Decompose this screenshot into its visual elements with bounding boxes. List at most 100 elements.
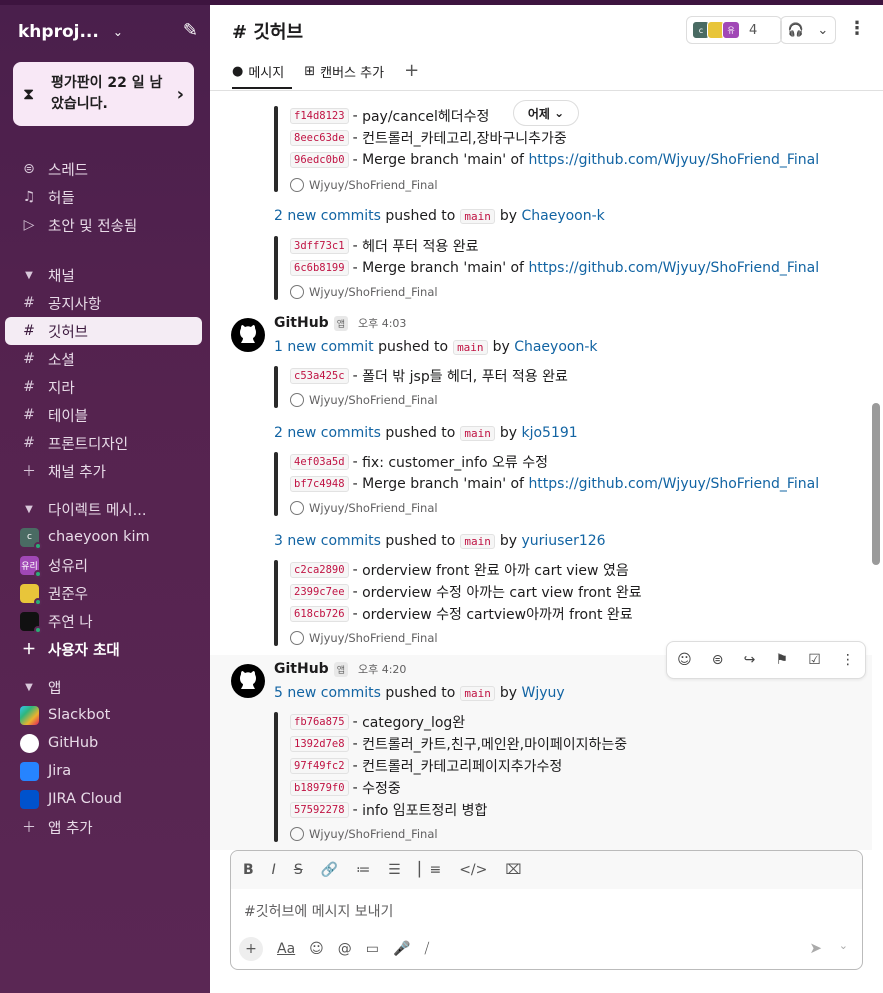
sidebar-item-channel[interactable]: # 소셜 [5,345,202,373]
sidebar-item-dm[interactable]: 권준우 [5,579,202,607]
author-link[interactable]: Chaeyoon-k [514,339,597,355]
commit-sha[interactable]: c2ca2890 [290,562,349,578]
trial-banner[interactable]: ⧗ 평가판이 22 일 남았습니다. › [13,62,194,126]
microphone-icon[interactable]: 🎤 [393,941,410,957]
branch-name[interactable]: main [460,533,495,549]
commit-sha[interactable]: c53a425c [290,368,349,384]
channel-title[interactable]: # 깃허브 [232,18,303,44]
sidebar-item-app[interactable]: JIRA Cloud [5,785,202,813]
huddle-button[interactable]: 🎧 ⌄ [780,16,836,44]
timestamp[interactable]: 오후 4:03 [358,315,406,331]
invite-users-button[interactable]: ＋ 사용자 초대 [5,635,202,663]
sidebar-item-channel[interactable]: # 테이블 [5,401,202,429]
sidebar-item-channel-active[interactable]: # 깃허브 [5,317,202,345]
sidebar-item-app[interactable]: GitHub [5,729,202,757]
commit-sha[interactable]: 3dff73c1 [290,238,349,254]
apps-section-header[interactable]: ▼ 앱 [5,673,202,701]
sidebar-item-app[interactable]: Jira [5,757,202,785]
sidebar-item-dm[interactable]: 유리 성유리 [5,551,202,579]
branch-name[interactable]: main [460,208,495,224]
branch-name[interactable]: main [453,339,488,355]
dm-section-header[interactable]: ▼ 다이렉트 메시... [5,495,202,523]
repo-footer[interactable]: Wjyuy/ShoFriend_Final [290,825,438,843]
commits-link[interactable]: 2 new commits [274,425,381,441]
video-icon[interactable]: ▭ [366,941,379,957]
commit-sha[interactable]: 2399c7ee [290,584,349,600]
repo-footer[interactable]: Wjyuy/ShoFriend_Final [290,499,438,517]
workspace-switcher[interactable]: khproj... ⌄ ✎ [18,20,198,44]
github-avatar[interactable] [230,663,266,699]
add-channel-button[interactable]: ＋ 채널 추가 [5,457,202,485]
repo-link[interactable]: https://github.com/Wjyuy/ShoFriend_Final [528,476,819,492]
branch-name[interactable]: main [460,425,495,441]
add-to-list-icon[interactable]: ☑ [808,652,821,668]
reply-thread-icon[interactable]: ⊜ [712,652,724,668]
sidebar-item-channel[interactable]: # 공지사항 [5,289,202,317]
commit-sha[interactable]: f14d8123 [290,108,349,124]
ordered-list-icon[interactable]: ≔ [356,862,370,878]
scrollbar[interactable] [872,403,880,565]
github-avatar[interactable] [230,317,266,353]
bookmark-icon[interactable]: ⚑ [776,652,789,668]
commit-sha[interactable]: b18979f0 [290,780,349,796]
more-actions-icon[interactable]: ⋮ [841,652,855,668]
commit-sha[interactable]: 618cb726 [290,606,349,622]
repo-footer[interactable]: Wjyuy/ShoFriend_Final [290,283,438,301]
sidebar-item-channel[interactable]: # 프론트디자인 [5,429,202,457]
sidebar-item-dm[interactable]: c chaeyoon kim [5,523,202,551]
author-link[interactable]: Chaeyoon-k [521,208,604,224]
tab-add-canvas[interactable]: ⊞ 캔버스 추가 [304,62,384,81]
commits-link[interactable]: 2 new commits [274,208,381,224]
commit-sha[interactable]: bf7c4948 [290,476,349,492]
commits-link[interactable]: 3 new commits [274,533,381,549]
commit-sha[interactable]: fb76a875 [290,714,349,730]
commits-link[interactable]: 5 new commits [274,685,381,701]
branch-name[interactable]: main [460,685,495,701]
author-link[interactable]: Wjyuy [521,685,564,701]
repo-footer[interactable]: Wjyuy/ShoFriend_Final [290,629,438,647]
sidebar-item-channel[interactable]: # 지라 [5,373,202,401]
italic-icon[interactable]: I [272,862,276,878]
add-reaction-icon[interactable]: ☺ [677,652,692,668]
sidebar-item-app[interactable]: Slackbot [5,701,202,729]
link-icon[interactable]: 🔗 [321,862,338,878]
strikethrough-icon[interactable]: S [294,862,303,878]
more-options-icon[interactable]: ⋮ [848,18,866,39]
sidebar-item-dm[interactable]: 주연 나 [5,607,202,635]
commits-link[interactable]: 1 new commit [274,339,374,355]
members-button[interactable]: c 유 4 [686,16,782,44]
timestamp[interactable]: 오후 4:20 [358,661,406,677]
add-tab-icon[interactable]: + [404,59,419,81]
blockquote-icon[interactable]: ▏≡ [419,862,442,878]
send-icon[interactable]: ➤ [809,939,822,957]
repo-link[interactable]: https://github.com/Wjyuy/ShoFriend_Final [528,152,819,168]
slash-command-icon[interactable]: ⧸ [424,941,429,957]
format-toggle-button[interactable]: Aa [277,941,295,957]
sender-name[interactable]: GitHub [274,661,329,677]
emoji-icon[interactable]: ☺ [309,941,324,957]
bold-icon[interactable]: B [243,862,254,878]
author-link[interactable]: yuriuser126 [521,533,605,549]
date-divider-pill[interactable]: 어제 ⌄ [513,100,579,126]
tab-messages[interactable]: ● 메시지 [232,62,284,81]
message-input[interactable]: #깃허브에 메시지 보내기 [244,901,393,921]
compose-icon[interactable]: ✎ [183,20,198,41]
author-link[interactable]: kjo5191 [521,425,577,441]
repo-footer[interactable]: Wjyuy/ShoFriend_Final [290,391,438,409]
commit-sha[interactable]: 1392d7e8 [290,736,349,752]
chevron-down-icon[interactable]: ⌄ [839,939,848,952]
bulleted-list-icon[interactable]: ☰ [388,862,401,878]
commit-sha[interactable]: 8eec63de [290,130,349,146]
sidebar-item-threads[interactable]: ⊜ 스레드 [5,155,202,183]
commit-sha[interactable]: 4ef03a5d [290,454,349,470]
repo-footer[interactable]: Wjyuy/ShoFriend_Final [290,176,438,194]
commit-sha[interactable]: 6c6b8199 [290,260,349,276]
repo-link[interactable]: https://github.com/Wjyuy/ShoFriend_Final [528,260,819,276]
attach-plus-icon[interactable]: + [239,937,263,961]
add-app-button[interactable]: ＋ 앱 추가 [5,813,202,841]
commit-sha[interactable]: 97f49fc2 [290,758,349,774]
forward-icon[interactable]: ↪ [744,652,756,668]
commit-sha[interactable]: 57592278 [290,802,349,818]
code-block-icon[interactable]: ⌧ [505,862,521,878]
sender-name[interactable]: GitHub [274,315,329,331]
